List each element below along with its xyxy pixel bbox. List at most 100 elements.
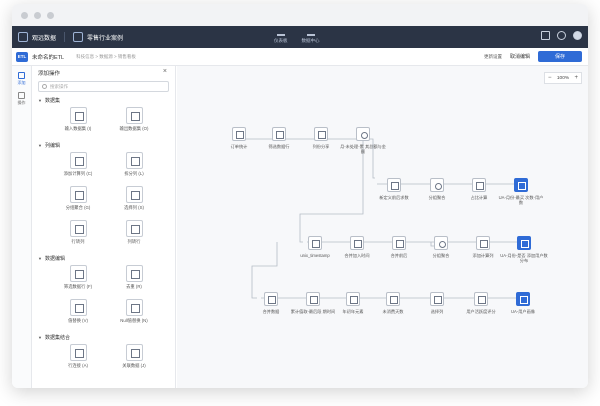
workspace-body: 添加 操作 添加操作 × 搜索操作 ▼ 数据集 输入数据集 (I) 输出数据集 (…: [12, 66, 588, 388]
flow-node-output[interactable]: UA-月份-是否 添加用户数分布: [500, 236, 548, 263]
zoom-out-button[interactable]: −: [548, 75, 552, 81]
tab-dashboard[interactable]: 仪表板: [274, 29, 288, 44]
calc-column-icon: [476, 236, 490, 250]
connector-branch3: [251, 242, 278, 299]
rail-ops[interactable]: 操作: [12, 92, 31, 106]
op-group-aggregate[interactable]: 分组聚合 (G): [50, 183, 106, 217]
rail-add[interactable]: 添加: [12, 72, 31, 86]
flow-node[interactable]: 用户活跃度评分: [457, 292, 505, 314]
flow-node[interactable]: 列份分享: [297, 127, 345, 149]
flow-node[interactable]: 合并前后: [375, 236, 423, 258]
column-to-row-icon: [125, 220, 143, 237]
flow-node[interactable]: 合并加入时间: [333, 236, 381, 258]
op-filter-rows[interactable]: 筛选数据行 (F): [50, 262, 106, 296]
node-label: 分组聚合: [432, 253, 450, 258]
section-title: 数据集: [44, 97, 60, 104]
node-label: 新定义前后求数: [379, 195, 409, 200]
workspace-name[interactable]: 零售行业案例: [87, 33, 123, 42]
zoom-level: 100%: [556, 75, 570, 81]
output-dataset-icon: [517, 236, 531, 250]
node-label: UA-月份-是否 添加用户数分布: [500, 253, 548, 263]
flow-node[interactable]: 占比计算: [455, 178, 503, 200]
op-split-column[interactable]: 拆分列 (L): [106, 149, 162, 183]
node-label: UA-用户画像: [511, 309, 535, 314]
close-icon[interactable]: ×: [163, 68, 167, 75]
group-aggregate-icon: [434, 236, 448, 250]
op-add-calc-column[interactable]: 添加计算列 (C): [50, 149, 106, 183]
apps-grid-icon[interactable]: [541, 31, 550, 40]
section-data-edit[interactable]: ▼ 数据编辑: [32, 254, 175, 262]
node-label: 占比计算: [470, 195, 488, 200]
output-dataset-icon: [125, 107, 143, 124]
toolbar-actions: 更新设置 取消编辑 保存: [484, 51, 582, 62]
brand[interactable]: 观远数据 零售行业案例: [12, 32, 123, 42]
calc-column-icon: [472, 178, 486, 192]
tab-dashboard-label: 仪表板: [274, 38, 288, 43]
calc-column-icon: [308, 236, 322, 250]
save-button[interactable]: 保存: [538, 51, 582, 62]
tab-data-center-label: 数据中心: [301, 38, 320, 43]
op-null-replace[interactable]: Null值替换 (N): [106, 296, 162, 330]
brand-logo-icon: [18, 32, 28, 42]
cancel-edit-button[interactable]: 取消编辑: [510, 53, 530, 60]
flow-node-output[interactable]: UA-月份-最买 次数-用户数: [497, 178, 545, 205]
flow-node[interactable]: 分组聚合: [417, 236, 465, 258]
flow-node[interactable]: 合并数据: [247, 292, 295, 314]
section-dataset-combine[interactable]: ▼ 数据集结合: [32, 333, 175, 341]
op-join-data[interactable]: 关联数据 (J): [106, 341, 162, 375]
op-group-dataset: 输入数据集 (I) 输出数据集 (O): [32, 104, 175, 138]
op-dedupe[interactable]: 去重 (R): [106, 262, 162, 296]
op-output-dataset[interactable]: 输出数据集 (O): [106, 104, 162, 138]
section-column-edit[interactable]: ▼ 列编辑: [32, 141, 175, 149]
operations-icon: [18, 92, 25, 99]
caret-down-icon: ▼: [38, 142, 42, 148]
op-input-dataset[interactable]: 输入数据集 (I): [50, 104, 106, 138]
avatar[interactable]: [573, 31, 582, 40]
app-window: 观远数据 零售行业案例 仪表板 数据中心 ETL 未命名的ETL 科技信息 > …: [12, 4, 588, 388]
etl-title[interactable]: 未命名的ETL: [32, 53, 64, 61]
flow-node[interactable]: 新定义前后求数: [370, 178, 418, 200]
caret-down-icon: ▼: [38, 334, 42, 340]
rail-ops-label: 操作: [17, 100, 26, 105]
breadcrumb[interactable]: 科技信息 > 数据源 > 销售看板: [76, 54, 136, 60]
op-label: 分组聚合 (G): [65, 205, 91, 210]
tab-data-center[interactable]: 数据中心: [302, 29, 320, 44]
op-value-replace[interactable]: 值替换 (V): [50, 296, 106, 330]
caret-down-icon: ▼: [38, 97, 42, 103]
op-label: 选择列 (S): [124, 205, 144, 210]
op-row-join[interactable]: 行连接 (A): [50, 341, 106, 375]
window-close-dot[interactable]: [21, 11, 28, 19]
calc-column-icon: [387, 178, 401, 192]
group-aggregate-icon: [430, 178, 444, 192]
section-dataset[interactable]: ▼ 数据集: [32, 96, 175, 104]
search-input[interactable]: 搜索操作: [38, 81, 169, 92]
update-settings-button[interactable]: 更新设置: [484, 54, 502, 60]
flow-node-output[interactable]: UA-用户画像: [499, 292, 547, 314]
add-operation-panel: 添加操作 × 搜索操作 ▼ 数据集 输入数据集 (I) 输出数据集 (O) ▼ 列编…: [32, 66, 194, 388]
window-maximize-dot[interactable]: [47, 11, 54, 19]
window-minimize-dot[interactable]: [34, 11, 41, 19]
input-dataset-icon: [232, 127, 246, 141]
zoom-in-button[interactable]: +: [574, 75, 578, 81]
help-icon[interactable]: [557, 31, 566, 40]
search-placeholder: 搜索操作: [50, 83, 68, 89]
calc-column-icon: [306, 292, 320, 306]
etl-canvas[interactable]: − 100% + 订单统计 筛选数据行 列份分享 月-未处理-累 其总额与金额 …: [177, 66, 588, 388]
flow-connectors: [242, 138, 523, 299]
flow-node[interactable]: 选择列: [413, 292, 461, 314]
op-label: 行转列: [71, 239, 85, 244]
flow-node[interactable]: 筛选数据行: [255, 127, 303, 149]
flow-node[interactable]: 未消费天数: [369, 292, 417, 314]
flow-node[interactable]: 分组聚合: [413, 178, 461, 200]
caret-down-icon: ▼: [38, 255, 42, 261]
flow-node[interactable]: 月-未处理-累 其总额与金额: [339, 127, 387, 154]
flow-node[interactable]: unix_timestamp: [291, 236, 339, 258]
node-label: 合并加入时间: [344, 253, 370, 258]
op-select-column[interactable]: 选择列 (S): [106, 183, 162, 217]
dedupe-icon: [125, 265, 143, 282]
op-column-to-row[interactable]: 列转行: [106, 217, 162, 251]
input-dataset-icon: [69, 107, 87, 124]
op-row-to-column[interactable]: 行转列: [50, 217, 106, 251]
calc-column-icon: [346, 292, 360, 306]
node-label: 用户活跃度评分: [466, 309, 496, 314]
